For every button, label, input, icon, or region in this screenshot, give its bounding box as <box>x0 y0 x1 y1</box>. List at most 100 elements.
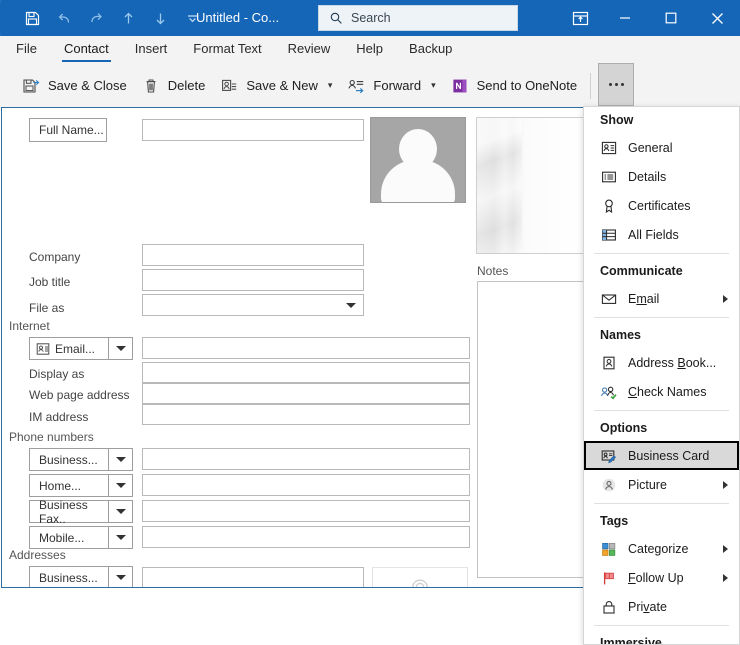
person-body-shape <box>381 160 455 202</box>
phone-type-business-fax-button[interactable]: Business Fax.. <box>29 498 109 526</box>
menu-section-header-communicate: Communicate <box>600 264 683 278</box>
certificate-ribbon-icon <box>600 197 617 214</box>
menu-item-label: Address Book... <box>628 355 717 370</box>
full-name-input[interactable] <box>142 119 364 141</box>
search-icon <box>329 11 343 25</box>
menu-item-all-fields[interactable]: All Fields <box>584 220 739 249</box>
menu-item-check-names[interactable]: Check Names <box>584 377 739 406</box>
menu-item-private[interactable]: Private <box>584 592 739 621</box>
details-list-icon <box>600 168 617 185</box>
menu-item-label: All Fields <box>628 227 679 242</box>
menu-separator <box>594 625 729 626</box>
window-title: Untitled - Co... <box>196 10 280 25</box>
save-icon[interactable] <box>16 3 48 33</box>
tab-backup[interactable]: Backup <box>396 36 465 64</box>
save-and-new-contact-icon <box>219 76 239 96</box>
menu-item-address-book[interactable]: Address Book... <box>584 348 739 377</box>
submenu-arrow-icon <box>723 573 728 582</box>
phone-type-mobile-button[interactable]: Mobile... <box>29 526 109 549</box>
display-as-input[interactable] <box>142 362 470 383</box>
menu-item-business-card[interactable]: Business Card <box>584 441 739 470</box>
phone-type-business-button[interactable]: Business... <box>29 448 109 471</box>
more-options-menu: Show General Details Certificates All Fi… <box>583 106 740 645</box>
ribbon-more-options-button[interactable] <box>598 63 634 106</box>
full-name-button[interactable]: Full Name... <box>29 118 107 142</box>
job-title-input[interactable] <box>142 269 364 291</box>
menu-item-general[interactable]: General <box>584 133 739 162</box>
file-as-dropdown-arrow[interactable] <box>340 294 362 316</box>
delete-trash-icon <box>141 76 161 96</box>
submenu-arrow-icon <box>723 544 728 553</box>
email-input[interactable] <box>142 337 470 359</box>
tab-format-text[interactable]: Format Text <box>180 36 274 64</box>
menu-section-header-immersive: Immersive <box>600 636 662 645</box>
address-textarea[interactable] <box>142 567 364 587</box>
send-to-onenote-button[interactable]: Send to OneNote <box>443 70 584 102</box>
undo-icon[interactable] <box>48 3 80 33</box>
tab-file[interactable]: File <box>0 36 51 64</box>
file-as-input[interactable] <box>142 294 364 316</box>
menu-item-email[interactable]: Email <box>584 284 739 313</box>
phone-mobile-input[interactable] <box>142 526 470 548</box>
email-type-button[interactable]: Email... <box>29 337 109 360</box>
company-input[interactable] <box>142 244 364 266</box>
web-page-address-input[interactable] <box>142 383 470 404</box>
minimize-button[interactable] <box>602 0 648 36</box>
save-and-close-button[interactable]: Save & Close <box>14 70 134 102</box>
search-placeholder: Search <box>351 11 391 25</box>
chevron-down-icon[interactable]: ▾ <box>431 81 436 90</box>
web-page-address-label: Web page address <box>29 388 130 402</box>
lock-icon <box>600 598 617 615</box>
phone-home-input[interactable] <box>142 474 470 496</box>
menu-item-label: Certificates <box>628 198 691 213</box>
phone-business-fax-input[interactable] <box>142 500 470 522</box>
search-input[interactable]: Search <box>318 5 518 31</box>
phone-type-home-button[interactable]: Home... <box>29 474 109 497</box>
save-and-new-button[interactable]: Save & New ▾ <box>212 70 339 102</box>
business-card-preview[interactable] <box>476 117 584 254</box>
next-item-icon[interactable] <box>144 3 176 33</box>
im-address-input[interactable] <box>142 404 470 425</box>
delete-button[interactable]: Delete <box>134 70 213 102</box>
contact-photo-placeholder[interactable] <box>370 117 466 203</box>
send-to-onenote-label: Send to OneNote <box>476 78 578 93</box>
internet-group-label: Internet <box>9 319 50 333</box>
phone-type-home-dropdown[interactable] <box>109 474 133 497</box>
forward-contact-icon <box>346 76 366 96</box>
menu-item-certificates[interactable]: Certificates <box>584 191 739 220</box>
chevron-down-icon[interactable]: ▾ <box>328 81 333 90</box>
previous-item-icon[interactable] <box>112 3 144 33</box>
menu-item-picture[interactable]: Picture <box>584 470 739 499</box>
quick-access-toolbar <box>16 0 208 36</box>
phone-numbers-group-label: Phone numbers <box>9 430 94 444</box>
phone-business-input[interactable] <box>142 448 470 470</box>
job-title-label: Job title <box>29 275 71 289</box>
menu-item-label: Business Card <box>628 448 710 463</box>
tab-contact[interactable]: Contact <box>51 36 122 64</box>
tab-review[interactable]: Review <box>275 36 344 64</box>
menu-item-details[interactable]: Details <box>584 162 739 191</box>
maximize-button[interactable] <box>648 0 694 36</box>
phone-type-business-fax-dropdown[interactable] <box>109 500 133 523</box>
menu-separator <box>594 317 729 318</box>
notes-textarea[interactable] <box>477 281 585 578</box>
address-type-button[interactable]: Business... <box>29 566 109 587</box>
phone-type-business-dropdown[interactable] <box>109 448 133 471</box>
forward-button[interactable]: Forward ▾ <box>339 70 442 102</box>
title-bar: Untitled - Co... Search <box>0 0 740 36</box>
phone-type-mobile-dropdown[interactable] <box>109 526 133 549</box>
tab-help[interactable]: Help <box>343 36 396 64</box>
menu-item-follow-up[interactable]: Follow Up <box>584 563 739 592</box>
redo-icon[interactable] <box>80 3 112 33</box>
menu-item-categorize[interactable]: Categorize <box>584 534 739 563</box>
im-address-label: IM address <box>29 410 89 424</box>
close-button[interactable] <box>694 0 740 36</box>
map-it-button[interactable]: Map It <box>372 567 468 587</box>
tab-insert[interactable]: Insert <box>122 36 181 64</box>
address-type-dropdown[interactable] <box>109 566 133 587</box>
save-and-close-label: Save & Close <box>48 78 127 93</box>
ribbon-display-options-icon[interactable] <box>558 0 602 36</box>
envelope-icon <box>600 290 617 307</box>
email-type-dropdown[interactable] <box>109 337 133 360</box>
menu-separator <box>594 503 729 504</box>
